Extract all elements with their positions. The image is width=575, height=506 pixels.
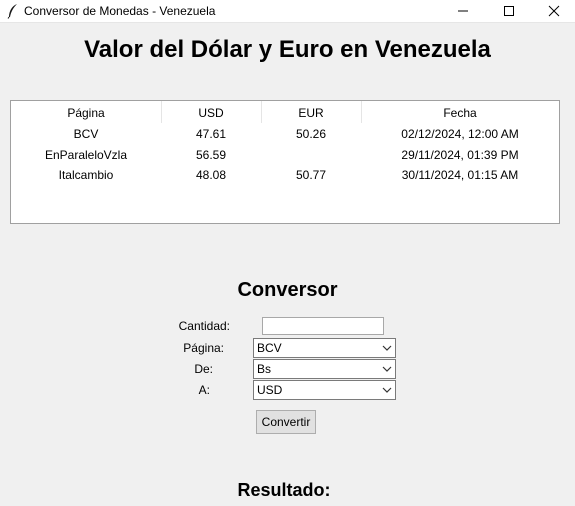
convertir-button[interactable]: Convertir bbox=[256, 410, 316, 434]
cell-eur bbox=[261, 145, 361, 165]
close-icon bbox=[548, 5, 560, 17]
cell-usd: 56.59 bbox=[195, 148, 227, 162]
cell-usd: 47.61 bbox=[195, 127, 227, 141]
page-title: Valor del Dólar y Euro en Venezuela bbox=[84, 36, 491, 63]
cell-eur: 50.77 bbox=[295, 168, 327, 182]
cell-usd: 48.08 bbox=[195, 168, 227, 182]
converter-title: Conversor bbox=[237, 279, 338, 301]
maximize-button[interactable] bbox=[486, 0, 532, 22]
column-header-pagina[interactable]: Página bbox=[11, 101, 161, 123]
minimize-button[interactable] bbox=[440, 0, 486, 22]
cell-fecha: 02/12/2024, 12:00 AM bbox=[401, 127, 519, 141]
maximize-icon bbox=[504, 6, 514, 16]
result-label: Resultado: bbox=[237, 480, 331, 500]
cell-fecha: 30/11/2024, 01:15 AM bbox=[401, 168, 519, 182]
pagina-label: Página: bbox=[183, 341, 224, 355]
de-select[interactable]: Bs bbox=[253, 359, 396, 379]
chevron-down-icon bbox=[382, 345, 392, 351]
cell-fecha: 29/11/2024, 01:39 PM bbox=[401, 148, 519, 162]
de-label: De: bbox=[194, 362, 213, 376]
table-row[interactable]: EnParaleloVzla 56.59 29/11/2024, 01:39 P… bbox=[11, 145, 559, 165]
cell-pagina: EnParaleloVzla bbox=[44, 148, 128, 162]
feather-icon bbox=[6, 3, 20, 19]
chevron-down-icon bbox=[382, 387, 392, 393]
a-label: A: bbox=[198, 383, 210, 397]
a-select[interactable]: USD bbox=[253, 380, 396, 400]
cell-pagina: Italcambio bbox=[58, 168, 114, 182]
cantidad-label: Cantidad: bbox=[178, 319, 230, 333]
cell-eur: 50.26 bbox=[295, 127, 327, 141]
pagina-select[interactable]: BCV bbox=[253, 338, 396, 358]
column-header-eur[interactable]: EUR bbox=[261, 101, 361, 123]
cantidad-input[interactable] bbox=[262, 317, 384, 335]
window-titlebar: Conversor de Monedas - Venezuela bbox=[0, 0, 575, 23]
de-select-value: Bs bbox=[257, 362, 272, 376]
chevron-down-icon bbox=[382, 366, 392, 372]
table-row[interactable]: BCV 47.61 50.26 02/12/2024, 12:00 AM bbox=[11, 124, 559, 144]
a-select-value: USD bbox=[257, 383, 283, 397]
table-header: Página USD EUR Fecha bbox=[11, 101, 559, 123]
cell-pagina: BCV bbox=[73, 127, 99, 141]
column-header-fecha[interactable]: Fecha bbox=[361, 101, 559, 123]
pagina-select-value: BCV bbox=[257, 341, 282, 355]
minimize-icon bbox=[458, 10, 468, 12]
column-header-usd[interactable]: USD bbox=[161, 101, 261, 123]
table-row[interactable]: Italcambio 48.08 50.77 30/11/2024, 01:15… bbox=[11, 165, 559, 185]
rates-table[interactable]: Página USD EUR Fecha BCV 47.61 50.26 02/… bbox=[10, 100, 560, 224]
close-button[interactable] bbox=[531, 0, 575, 22]
window-title: Conversor de Monedas - Venezuela bbox=[24, 4, 216, 18]
